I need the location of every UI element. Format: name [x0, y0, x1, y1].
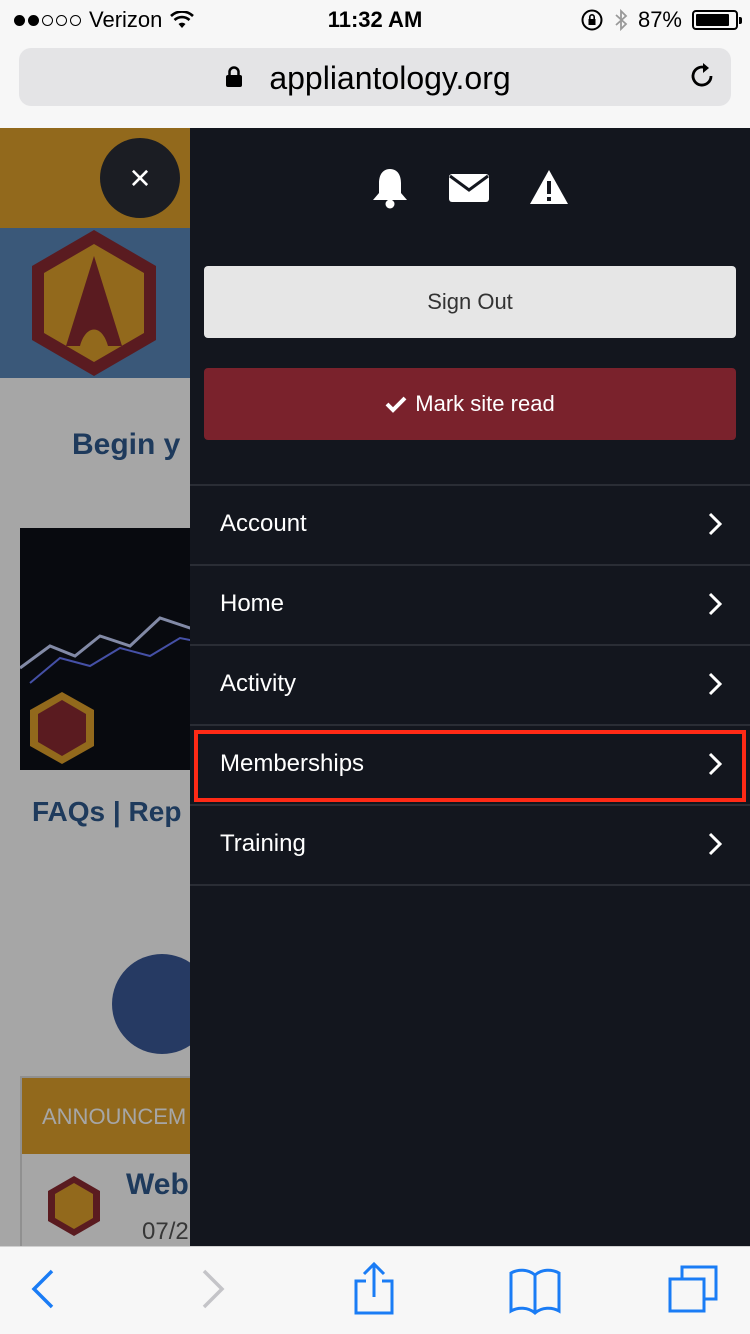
- menu-item-memberships[interactable]: Memberships: [190, 726, 750, 806]
- rotation-lock-icon: [581, 9, 603, 31]
- share-icon[interactable]: [352, 1261, 396, 1317]
- menu-item-training[interactable]: Training: [190, 806, 750, 886]
- chevron-right-icon: [708, 672, 722, 696]
- battery-icon: [692, 10, 742, 30]
- bookmarks-icon[interactable]: [508, 1265, 562, 1315]
- alert-warning-icon[interactable]: [528, 166, 570, 210]
- back-icon[interactable]: [30, 1267, 56, 1311]
- menu-item-activity[interactable]: Activity: [190, 646, 750, 726]
- drawer-menu: Account Home Activity Memberships Traini…: [190, 484, 750, 886]
- menu-item-label: Home: [220, 590, 285, 617]
- browser-address-area: appliantology.org: [0, 40, 750, 128]
- close-menu-button[interactable]: ×: [100, 138, 180, 218]
- battery-percent: 87%: [637, 7, 682, 32]
- menu-item-account[interactable]: Account: [190, 486, 750, 566]
- url-text: appliantology.org: [269, 60, 511, 96]
- mark-site-read-label: Mark site read: [415, 391, 555, 416]
- forward-icon[interactable]: [200, 1267, 226, 1311]
- side-drawer: Sign Out Mark site read Account Home Act…: [190, 128, 750, 1246]
- drawer-icon-row: [190, 166, 750, 210]
- reload-icon[interactable]: [687, 61, 717, 91]
- status-bar: Verizon 11:32 AM 87%: [0, 0, 750, 40]
- checkmark-icon: [385, 396, 407, 413]
- chevron-right-icon: [708, 512, 722, 536]
- chevron-right-icon: [708, 832, 722, 856]
- menu-item-home[interactable]: Home: [190, 566, 750, 646]
- tabs-icon[interactable]: [666, 1263, 720, 1315]
- bluetooth-icon: [615, 8, 628, 32]
- messages-envelope-icon[interactable]: [448, 166, 490, 210]
- notifications-bell-icon[interactable]: [370, 166, 410, 210]
- mark-site-read-button[interactable]: Mark site read: [204, 368, 736, 440]
- status-right: 87%: [580, 7, 742, 33]
- address-bar[interactable]: appliantology.org: [19, 48, 731, 106]
- chevron-right-icon: [708, 752, 722, 776]
- browser-toolbar: [0, 1246, 750, 1334]
- sign-out-button[interactable]: Sign Out: [204, 266, 736, 338]
- chevron-right-icon: [708, 592, 722, 616]
- menu-item-label: Activity: [220, 670, 297, 697]
- menu-item-label: Account: [220, 510, 307, 537]
- menu-item-label: Training: [220, 830, 306, 857]
- menu-item-label: Memberships: [220, 750, 365, 777]
